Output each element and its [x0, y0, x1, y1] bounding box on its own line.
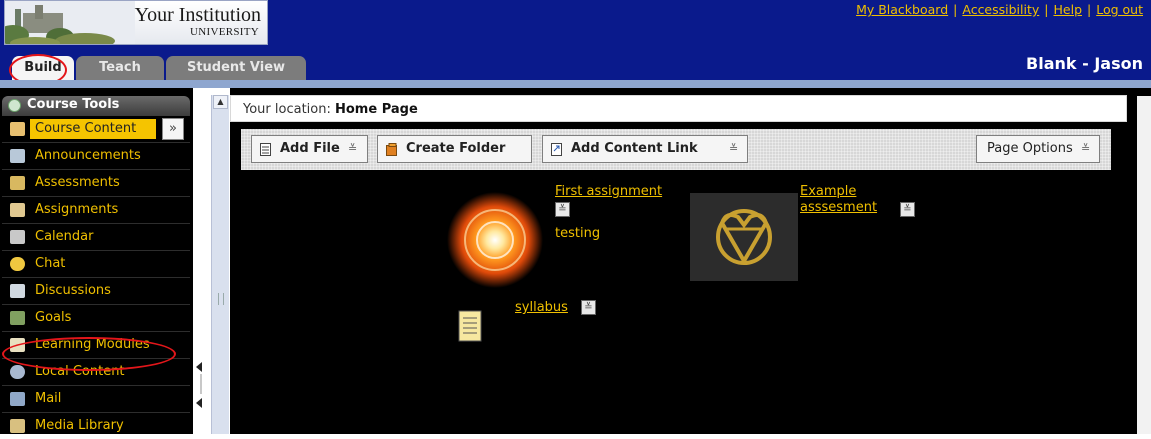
document-icon — [458, 310, 482, 342]
action-bar: Add File ≚ Create Folder Add Content Lin… — [241, 129, 1111, 170]
top-links: My Blackboard | Accessibility | Help | Log out — [856, 2, 1143, 17]
campus-building-icon — [5, 1, 135, 44]
megaphone-icon — [10, 149, 25, 163]
header: Your Institution UNIVERSITY My Blackboar… — [0, 0, 1151, 86]
user-name: Blank - Jason — [1026, 54, 1143, 73]
location-label: Your location: — [243, 102, 331, 117]
sidebar-item-label: Calendar — [35, 229, 94, 244]
chevron-down-icon[interactable]: » — [162, 118, 184, 140]
fire-swirl-image — [443, 188, 548, 293]
dropdown-icon: ≚ — [348, 142, 358, 155]
page-options-button[interactable]: Page Options ≚ — [976, 135, 1100, 163]
chat-icon — [10, 257, 25, 271]
disc-icon — [10, 365, 25, 379]
sidebar-item-media-library[interactable]: Media Library — [2, 413, 190, 439]
sidebar-item-chat[interactable]: Chat — [2, 251, 190, 277]
sidebar-item-announcements[interactable]: Announcements — [2, 143, 190, 169]
link-log-out[interactable]: Log out — [1096, 2, 1143, 17]
sidebar-item-label: Mail — [35, 391, 62, 406]
tab-student-view[interactable]: Student View — [166, 56, 306, 80]
heartagram-image — [690, 193, 798, 281]
link-help[interactable]: Help — [1054, 2, 1083, 17]
assignment-icon — [10, 203, 25, 217]
splitter-grip[interactable] — [200, 374, 202, 394]
institution-subtitle: UNIVERSITY — [190, 26, 259, 38]
link-accessibility[interactable]: Accessibility — [962, 2, 1039, 17]
first-assignment-link[interactable]: First assignment — [555, 184, 662, 199]
syllabus-menu-icon[interactable]: ≚ — [581, 300, 596, 315]
tab-teach[interactable]: Teach — [76, 56, 164, 80]
sidebar-item-assessments[interactable]: Assessments — [2, 170, 190, 196]
collapse-left-arrow-icon-2[interactable] — [196, 398, 202, 408]
sidebar-item-label: Course Content — [35, 121, 137, 136]
institution-logo[interactable]: Your Institution UNIVERSITY — [4, 0, 268, 45]
assessment-icon — [10, 176, 25, 190]
goals-icon — [10, 311, 25, 325]
course-tools-sidebar: Course Tools Course Content » Announceme… — [0, 88, 193, 434]
sidebar-item-discussions[interactable]: Discussions — [2, 278, 190, 304]
sidebar-scrollbar[interactable]: ▲ — [211, 95, 229, 434]
home-icon — [10, 122, 25, 136]
breadcrumb: Your location: Home Page — [230, 95, 1127, 122]
media-icon — [10, 419, 25, 433]
example-assessment-link[interactable]: Example asssesment — [800, 184, 877, 216]
course-tools-header[interactable]: Course Tools — [2, 96, 190, 116]
calendar-icon — [10, 230, 25, 244]
location-value: Home Page — [335, 102, 418, 117]
sidebar-item-label: Chat — [35, 256, 66, 271]
collapse-left-arrow-icon[interactable] — [196, 362, 202, 372]
institution-name: Your Institution — [134, 4, 261, 26]
example-assessment-menu-icon[interactable]: ≚ — [900, 202, 915, 217]
header-divider — [0, 80, 1151, 88]
discussion-icon — [10, 284, 25, 298]
sidebar-item-mail[interactable]: Mail — [2, 386, 190, 412]
sidebar-item-label: Discussions — [35, 283, 111, 298]
scroll-up-icon[interactable]: ▲ — [213, 95, 228, 109]
sidebar-item-label: Assessments — [35, 175, 120, 190]
main-scrollbar[interactable] — [1137, 96, 1151, 434]
link-icon — [551, 143, 562, 156]
first-assignment-description: testing — [555, 226, 601, 241]
sidebar-item-goals[interactable]: Goals — [2, 305, 190, 331]
link-my-blackboard[interactable]: My Blackboard — [856, 2, 948, 17]
collapse-icon[interactable] — [8, 99, 21, 112]
dropdown-icon: ≚ — [729, 142, 739, 155]
file-icon — [260, 143, 271, 156]
add-file-button[interactable]: Add File ≚ — [251, 135, 368, 163]
add-content-link-button[interactable]: Add Content Link ≚ — [542, 135, 748, 163]
first-assignment-menu-icon[interactable]: ≚ — [555, 202, 570, 217]
learning-modules-highlight-circle — [2, 337, 176, 371]
sidebar-item-label: Goals — [35, 310, 72, 325]
sidebar-item-assignments[interactable]: Assignments — [2, 197, 190, 223]
sidebar-item-label: Assignments — [35, 202, 119, 217]
sidebar-item-label: Media Library — [35, 418, 124, 433]
dropdown-icon: ≚ — [1081, 142, 1091, 155]
sidebar-item-course-content[interactable]: Course Content » — [2, 116, 190, 142]
create-folder-button[interactable]: Create Folder — [377, 135, 532, 163]
course-tools-title: Course Tools — [27, 97, 120, 112]
main-content: Your location: Home Page Add File ≚ Crea… — [230, 88, 1151, 434]
sidebar-item-calendar[interactable]: Calendar — [2, 224, 190, 250]
sidebar-item-label: Announcements — [35, 148, 141, 163]
syllabus-link[interactable]: syllabus — [515, 300, 568, 315]
mail-icon — [10, 392, 25, 406]
folder-icon — [386, 143, 397, 156]
